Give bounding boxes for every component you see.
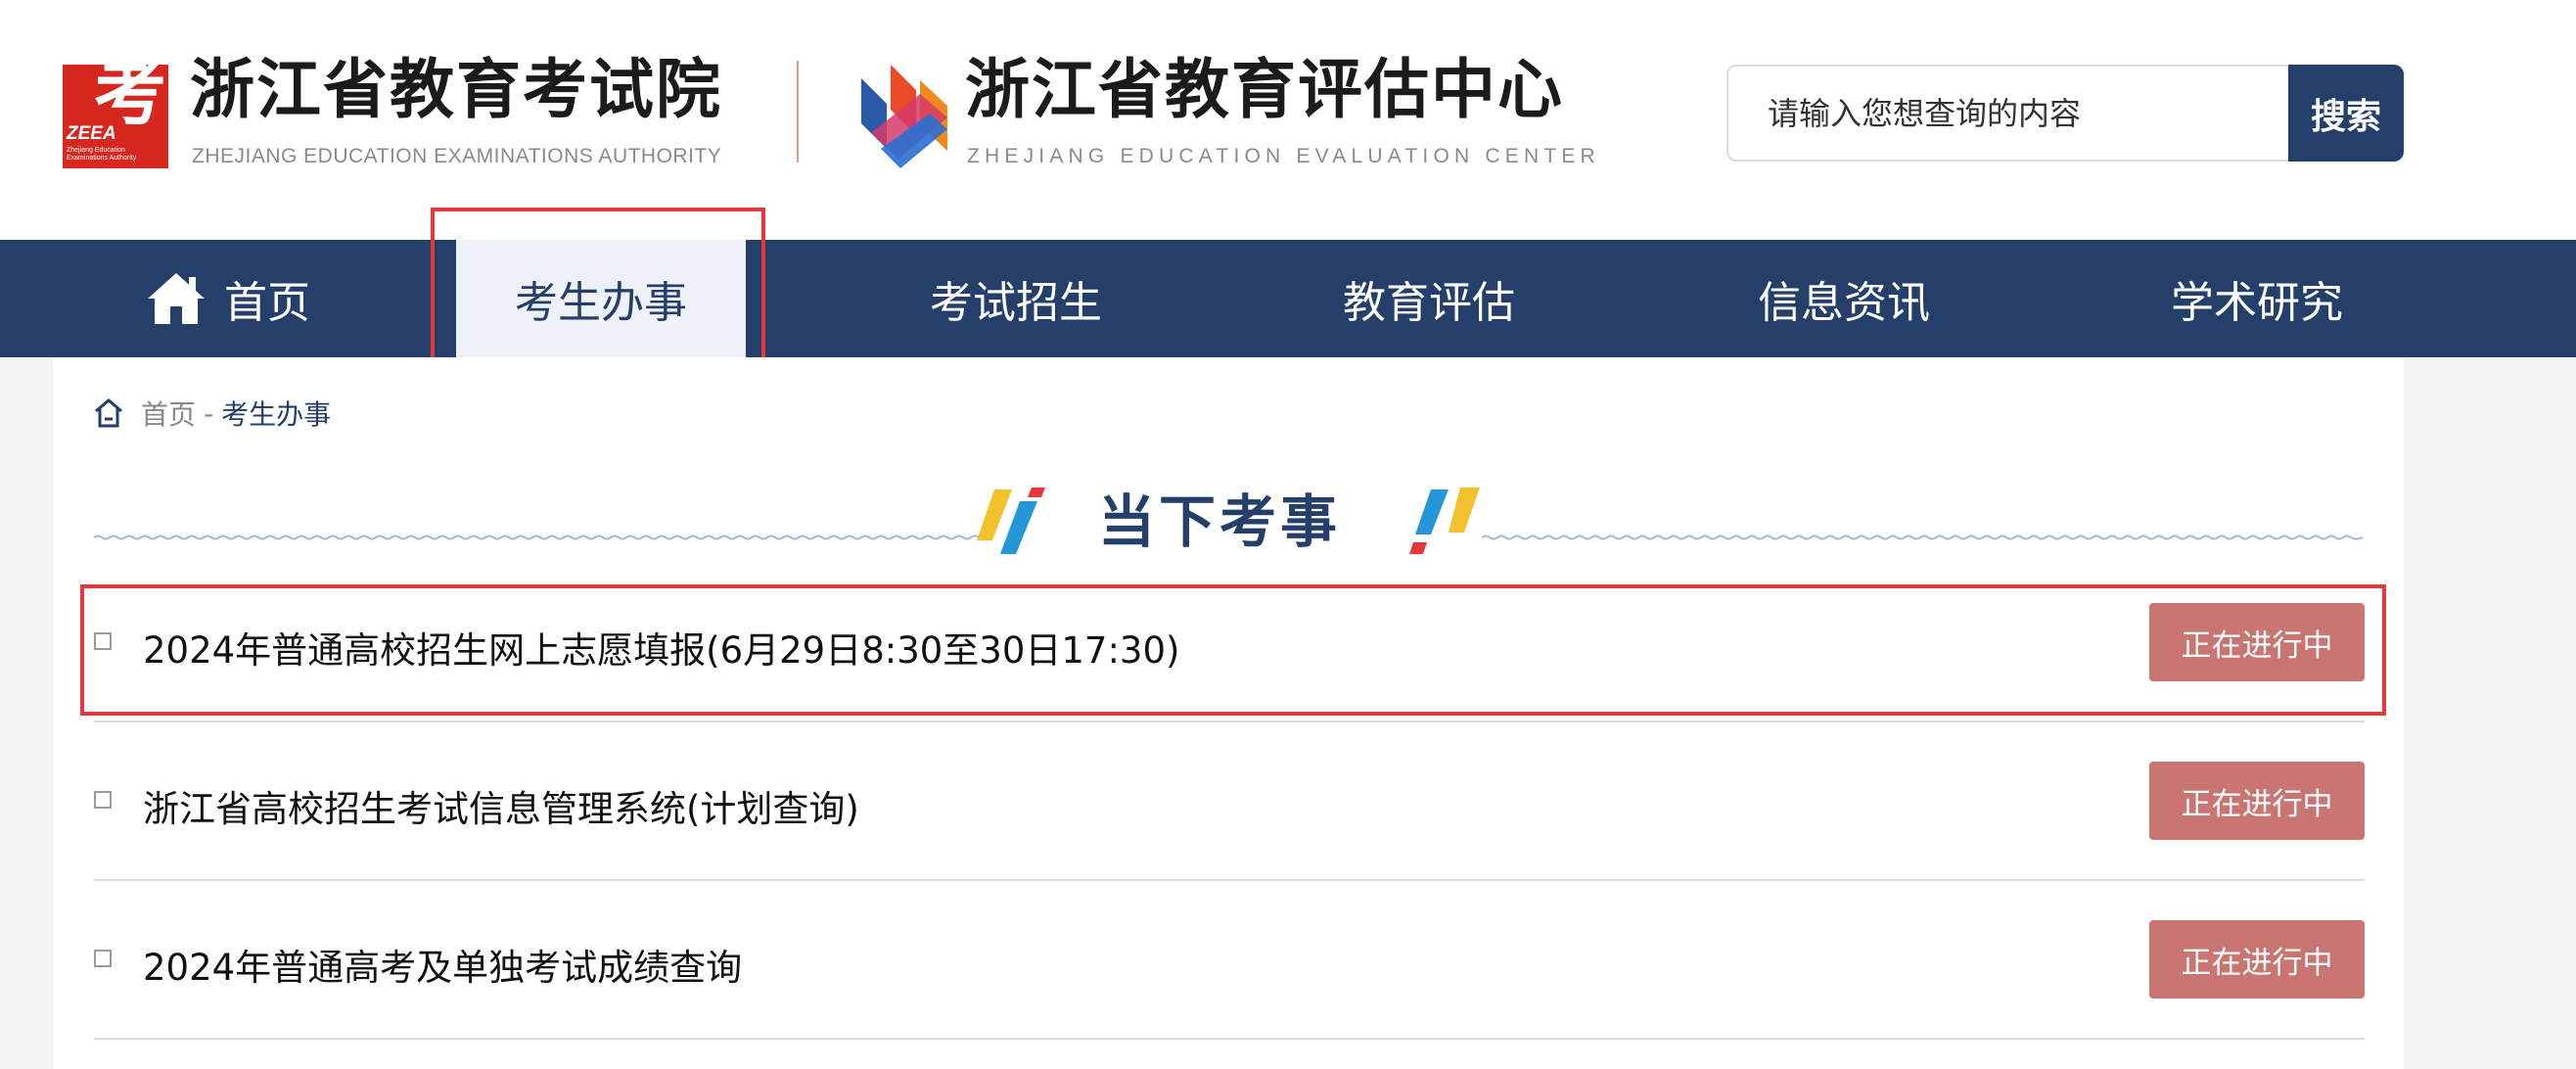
logo-small-text: Zhejiang Education Examinations Authorit… [67, 147, 137, 162]
status-button[interactable]: 正在进行中 [2149, 762, 2365, 840]
nav-label: 学术研究 [2171, 278, 2343, 328]
main-nav: 首页 考生办事 考试招生 教育评估 信息资讯 学术研究 [0, 240, 2576, 357]
title-wave-line-left [94, 534, 981, 540]
title-wave-line-right [1482, 534, 2363, 540]
status-button[interactable]: 正在进行中 [2149, 603, 2365, 681]
nav-label: 教育评估 [1343, 278, 1515, 328]
org1-english-name: ZHEJIANG EDUCATION EXAMINATIONS AUTHORIT… [192, 145, 722, 167]
nav-item-academic-research[interactable]: 学术研究 [2110, 240, 2404, 357]
section-title: 当下考事 [1097, 488, 1341, 555]
search-box: 搜索 [1726, 65, 2404, 162]
event-list-item[interactable]: 2024年普通高校招生网上志愿填报(6月29日8:30至30日17:30) 正在… [94, 564, 2365, 722]
nav-item-home[interactable]: 首页 [82, 240, 376, 357]
org2-english-name: ZHEJIANG EDUCATION EVALUATION CENTER [967, 145, 1600, 167]
title-slash-decoration-left [977, 488, 1045, 554]
org1-name[interactable]: 浙江省教育考试院 [190, 57, 722, 121]
event-title[interactable]: 2024年普通高校招生网上志愿填报(6月29日8:30至30日17:30) [143, 621, 1179, 674]
nav-item-news[interactable]: 信息资讯 [1697, 240, 1991, 357]
breadcrumb: 首页 - 考生办事 [94, 395, 331, 431]
breadcrumb-home[interactable]: 首页 [141, 394, 196, 433]
nav-label: 考试招生 [930, 278, 1102, 328]
status-button[interactable]: 正在进行中 [2149, 920, 2365, 999]
checkbox-square-icon [94, 632, 112, 650]
event-list-item[interactable]: 2024年普通高考及单独考试成绩查询 正在进行中 [94, 881, 2365, 1040]
nav-item-exam-services[interactable]: 考生办事 [456, 240, 746, 357]
breadcrumb-current: 考生办事 [221, 398, 332, 431]
logo-char: 考 [94, 65, 166, 135]
evaluation-center-logo[interactable] [861, 65, 947, 170]
event-title[interactable]: 2024年普通高考及单独考试成绩查询 [143, 938, 742, 991]
nav-label: 考生办事 [515, 278, 687, 328]
nav-item-exam-admission[interactable]: 考试招生 [869, 240, 1163, 357]
checkbox-square-icon [94, 950, 112, 967]
event-list-item[interactable]: 浙江省高校招生考试信息管理系统(计划查询) 正在进行中 [94, 722, 2365, 881]
title-slash-decoration-right [1409, 488, 1480, 554]
site-header: 考 ZEEA Zhejiang Education Examinations A… [0, 0, 2576, 240]
checkbox-square-icon [94, 791, 112, 809]
org2-name[interactable]: 浙江省教育评估中心 [965, 57, 1564, 121]
breadcrumb-home-icon [95, 398, 122, 428]
breadcrumb-separator: - [204, 396, 214, 430]
nav-item-education-evaluation[interactable]: 教育评估 [1282, 240, 1576, 357]
zeea-logo[interactable]: 考 ZEEA Zhejiang Education Examinations A… [63, 65, 168, 168]
logo-abbr: ZEEA [67, 123, 116, 144]
home-icon [148, 273, 205, 324]
header-divider [797, 61, 799, 163]
search-input[interactable] [1726, 65, 2292, 162]
search-button[interactable]: 搜索 [2288, 65, 2404, 162]
nav-label: 信息资讯 [1758, 278, 1930, 328]
nav-label: 首页 [224, 278, 310, 328]
event-title[interactable]: 浙江省高校招生考试信息管理系统(计划查询) [143, 779, 859, 832]
